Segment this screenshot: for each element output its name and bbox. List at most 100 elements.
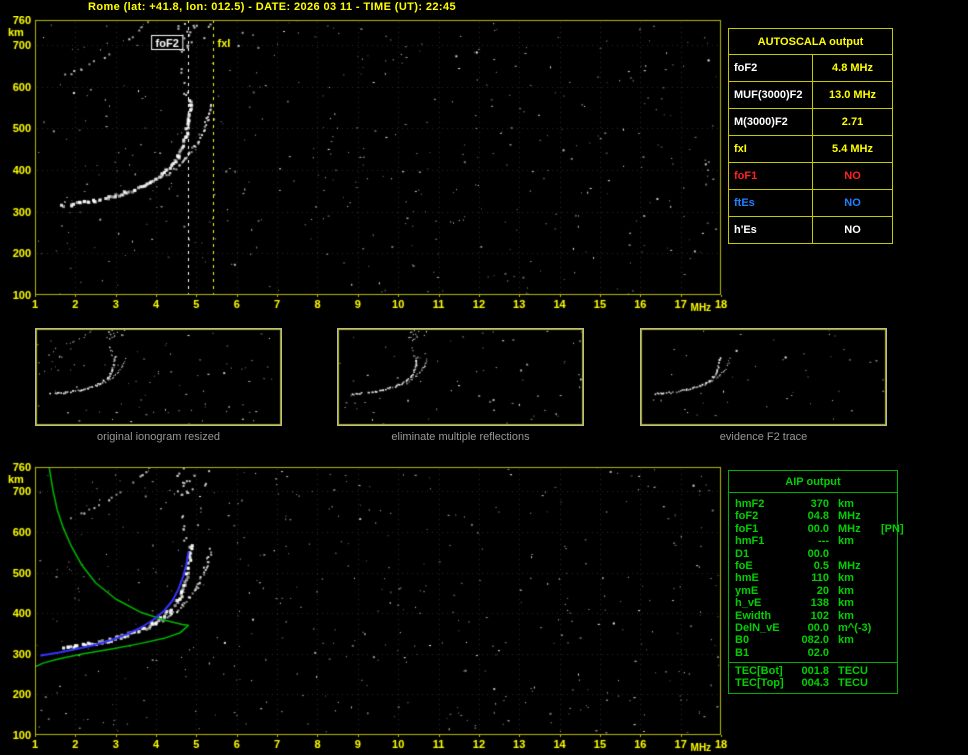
thumbnail-caption-evidence: evidence F2 trace [640, 431, 887, 443]
aip-output-panel: AIP output hmF2370kmfoF204.8MHzfoF100.0M… [728, 470, 898, 694]
aip-note [881, 560, 894, 573]
aip-unit [829, 647, 881, 660]
autoscala-param-value: 13.0 MHz [813, 82, 892, 109]
aip-value: 370 [795, 498, 829, 511]
aip-note [881, 597, 894, 610]
aip-label: B1 [735, 647, 795, 660]
aip-label: h_vE [735, 597, 795, 610]
autoscala-param-name: fxI [729, 136, 813, 163]
aip-label: TEC[Bot] [735, 665, 795, 678]
station-date-time-title: Rome (lat: +41.8, lon: 012.5) - DATE: 20… [88, 1, 456, 13]
aip-row-hmf1: hmF1---km [729, 535, 897, 547]
autoscala-output-panel: AUTOSCALA output foF24.8 MHzMUF(3000)F21… [728, 28, 893, 244]
aip-row-hve: h_vE138km [729, 597, 897, 609]
aip-tec-rows: TEC[Bot]001.8TECUTEC[Top]004.3TECU [729, 665, 897, 690]
aip-note [881, 647, 894, 660]
aip-note: [PN] [881, 523, 906, 536]
aip-value: 20 [795, 585, 829, 598]
aip-unit: km [829, 585, 881, 598]
aip-unit: km [829, 610, 881, 623]
aip-value: 00.0 [795, 548, 829, 561]
aip-note [881, 498, 894, 511]
aip-unit: MHz [829, 510, 881, 523]
aip-label: hmF2 [735, 498, 795, 511]
autoscala-output-title: AUTOSCALA output [729, 29, 892, 55]
thumbnail-caption-eliminate: eliminate multiple reflections [337, 431, 584, 443]
aip-row-fof2: foF204.8MHz [729, 510, 897, 522]
aip-row-tectop: TEC[Top]004.3TECU [729, 677, 897, 689]
autoscala-window: Rome (lat: +41.8, lon: 012.5) - DATE: 20… [0, 0, 968, 755]
aip-unit: km [829, 498, 881, 511]
aip-row-d1: D100.0 [729, 548, 897, 560]
aip-value: 110 [795, 572, 829, 585]
autoscala-param-name: M(3000)F2 [729, 109, 813, 136]
aip-note [881, 548, 894, 561]
aip-value: 00.0 [795, 523, 829, 536]
aip-label: D1 [735, 548, 795, 561]
thumbnail-caption-original: original ionogram resized [35, 431, 282, 443]
aip-row-b1: B102.0 [729, 647, 897, 659]
autoscala-row-m3000f2: M(3000)F22.71 [729, 109, 892, 136]
aip-note [881, 677, 894, 690]
aip-unit: km [829, 634, 881, 647]
aip-label: TEC[Top] [735, 677, 795, 690]
aip-value: 0.5 [795, 560, 829, 573]
aip-row-delnve: DelN_vE00.0m^(-3) [729, 622, 897, 634]
aip-value: 04.8 [795, 510, 829, 523]
aip-label: hmF1 [735, 535, 795, 548]
aip-row-ewidth: Ewidth102km [729, 610, 897, 622]
aip-note [881, 665, 894, 678]
autoscala-param-name: foF2 [729, 55, 813, 82]
aip-note [881, 634, 894, 647]
autoscala-param-value: 2.71 [813, 109, 892, 136]
aip-note [881, 510, 894, 523]
aip-row-tecbot: TEC[Bot]001.8TECU [729, 665, 897, 677]
aip-value: 001.8 [795, 665, 829, 678]
aip-unit [829, 548, 881, 561]
aip-output-title: AIP output [729, 471, 897, 493]
aip-unit: km [829, 597, 881, 610]
aip-unit: km [829, 535, 881, 548]
aip-row-b0: B0082.0km [729, 634, 897, 646]
aip-unit: MHz [829, 560, 881, 573]
aip-label: ymE [735, 585, 795, 598]
autoscala-param-value: NO [813, 217, 892, 244]
aip-note [881, 585, 894, 598]
aip-unit: TECU [829, 665, 881, 678]
aip-unit: km [829, 572, 881, 585]
aip-unit: TECU [829, 677, 881, 690]
aip-value: 02.0 [795, 647, 829, 660]
aip-value: 004.3 [795, 677, 829, 690]
aip-value: 102 [795, 610, 829, 623]
autoscala-param-value: NO [813, 163, 892, 190]
aip-label: B0 [735, 634, 795, 647]
aip-note [881, 572, 894, 585]
aip-note [881, 622, 894, 635]
aip-label: foE [735, 560, 795, 573]
aip-unit: m^(-3) [829, 622, 881, 635]
autoscala-param-name: h'Es [729, 217, 813, 244]
autoscala-row-muf3000f2: MUF(3000)F213.0 MHz [729, 82, 892, 109]
aip-note [881, 610, 894, 623]
aip-label: hmE [735, 572, 795, 585]
aip-label: DelN_vE [735, 622, 795, 635]
autoscala-row-fof2: foF24.8 MHz [729, 55, 892, 82]
main-ionogram-chart [0, 16, 730, 314]
thumbnail-original-ionogram [35, 328, 282, 426]
aip-label: foF1 [735, 523, 795, 536]
aip-row-foe: foE0.5MHz [729, 560, 897, 572]
autoscala-param-name: MUF(3000)F2 [729, 82, 813, 109]
aip-row-fof1: foF100.0MHz[PN] [729, 523, 897, 535]
aip-note [881, 535, 894, 548]
autoscala-param-value: 5.4 MHz [813, 136, 892, 163]
autoscala-param-name: ftEs [729, 190, 813, 217]
autoscala-row-hes: h'EsNO [729, 217, 892, 243]
aip-value: --- [795, 535, 829, 548]
autoscala-row-fxi: fxI5.4 MHz [729, 136, 892, 163]
aip-row-hme: hmE110km [729, 572, 897, 584]
aip-value: 082.0 [795, 634, 829, 647]
aip-rows: hmF2370kmfoF204.8MHzfoF100.0MHz[PN]hmF1-… [729, 493, 897, 659]
autoscala-param-value: NO [813, 190, 892, 217]
aip-row-hmf2: hmF2370km [729, 498, 897, 510]
aip-unit: MHz [829, 523, 881, 536]
